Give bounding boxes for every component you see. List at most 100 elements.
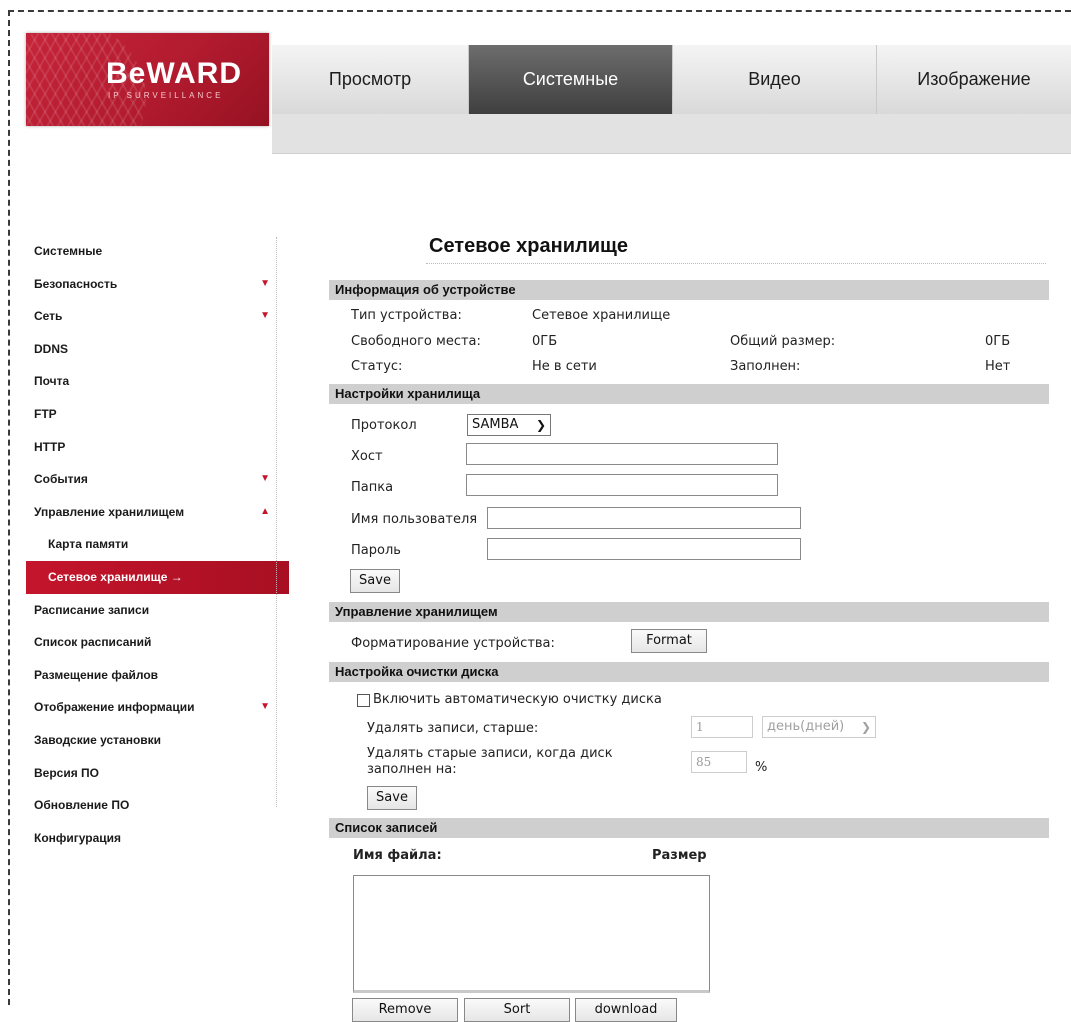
brand-tagline: IP SURVEILLANCE (108, 91, 224, 100)
sidebar-item-http[interactable]: HTTP (26, 431, 276, 464)
frame-top-border (8, 10, 1071, 12)
percent-sign: % (755, 760, 768, 775)
sidebar-item-label: События (34, 472, 88, 487)
storage-save-button[interactable]: Save (350, 569, 400, 593)
full-value: Нет (985, 359, 1011, 374)
sidebar-item-configuration[interactable]: Конфигурация (26, 822, 276, 855)
tab-system[interactable]: Системные (469, 45, 673, 114)
host-label: Хост (351, 449, 383, 464)
sidebar-item-label: Системные (34, 244, 103, 258)
sidebar-item-network-storage[interactable]: Сетевое хранилище → (26, 560, 289, 594)
sidebar-item-label: HTTP (34, 439, 66, 454)
expand-arrow-icon: ▼ (260, 473, 270, 485)
username-label: Имя пользователя (351, 512, 478, 527)
sidebar-item-record-schedule[interactable]: Расписание записи (26, 594, 276, 627)
status-value: Не в сети (532, 359, 597, 374)
folder-label: Папка (351, 480, 394, 495)
sidebar-item-info-display[interactable]: Отображение информации ▼ (26, 691, 276, 724)
sidebar-item-label: Конфигурация (34, 830, 122, 845)
delete-when-input[interactable]: 85 (691, 751, 747, 773)
section-header-storage-settings: Настройки хранилища (329, 384, 1049, 404)
delete-older-input[interactable]: 1 (691, 716, 753, 738)
sidebar-item-ftp[interactable]: FTP (26, 398, 276, 431)
sidebar-item-mail[interactable]: Почта (26, 365, 276, 398)
sidebar-item-firmware-update[interactable]: Обновление ПО (26, 789, 276, 822)
sidebar-item-memory-card[interactable]: Карта памяти (26, 528, 276, 561)
protocol-selected-value: SAMBA (472, 417, 519, 432)
sidebar-item-label: Почта (34, 374, 70, 389)
sidebar-item-label: Версия ПО (34, 765, 100, 780)
section-header-storage-management: Управление хранилищем (329, 602, 1049, 622)
sidebar-item-label: FTP (34, 406, 57, 421)
total-size-value: 0ГБ (985, 334, 1011, 349)
chevron-down-icon: ❯ (535, 418, 546, 432)
status-label: Статус: (351, 359, 403, 374)
total-size-label: Общий размер: (730, 334, 836, 349)
sidebar-item-security[interactable]: Безопасность ▼ (26, 268, 276, 301)
format-device-label: Форматирование устройства: (351, 636, 555, 651)
password-input[interactable] (487, 538, 801, 560)
expand-arrow-icon: ▼ (260, 701, 270, 713)
format-button[interactable]: Format (631, 629, 707, 653)
delete-when-label-line1: Удалять старые записи, когда диск (367, 746, 613, 761)
folder-input[interactable] (466, 474, 778, 496)
sidebar-item-storage-management[interactable]: Управление хранилищем ▲ (26, 496, 276, 529)
sidebar-item-file-placement[interactable]: Размещение файлов (26, 659, 276, 692)
section-header-record-list: Список записей (329, 818, 1049, 838)
tab-video[interactable]: Видео (673, 45, 877, 114)
password-label: Пароль (351, 543, 401, 558)
expand-arrow-icon: ▼ (260, 277, 270, 289)
sidebar-item-label: Список расписаний (34, 635, 152, 650)
sidebar-item-label: Обновление ПО (34, 798, 130, 813)
download-button[interactable]: download (575, 998, 677, 1022)
sort-button[interactable]: Sort (464, 998, 570, 1022)
size-column-header: Размер (652, 848, 707, 863)
host-input[interactable] (466, 443, 778, 465)
sub-navigation-bar (272, 114, 1071, 154)
protocol-label: Протокол (351, 418, 417, 433)
delete-older-unit-select[interactable]: день(дней) ❯ (762, 716, 876, 738)
cleanup-save-button[interactable]: Save (367, 786, 417, 810)
tab-view[interactable]: Просмотр (272, 45, 469, 114)
sidebar-item-label: Карта памяти (48, 537, 129, 552)
frame-left-border (8, 10, 10, 1005)
sidebar-item-factory-reset[interactable]: Заводские установки (26, 724, 276, 757)
sidebar-item-schedule-list[interactable]: Список расписаний (26, 626, 276, 659)
delete-older-unit-value: день(дней) (767, 719, 845, 734)
device-type-value: Сетевое хранилище (532, 308, 671, 323)
auto-cleanup-label: Включить автоматическую очистку диска (373, 692, 662, 707)
sidebar-item-network[interactable]: Сеть ▼ (26, 300, 276, 333)
username-input[interactable] (487, 507, 801, 529)
sidebar-item-label: Безопасность (34, 276, 118, 291)
sidebar-item-label: Сетевое хранилище → (48, 569, 183, 584)
sidebar-item-firmware-version[interactable]: Версия ПО (26, 757, 276, 790)
section-header-disk-cleanup: Настройка очистки диска (329, 662, 1049, 682)
sidebar-item-events[interactable]: События ▼ (26, 463, 276, 496)
brand-logo[interactable]: BeWARD IP SURVEILLANCE (26, 33, 269, 126)
protocol-select[interactable]: SAMBA ❯ (467, 414, 551, 436)
brand-name: BeWARD (106, 57, 243, 90)
filename-column-header: Имя файла: (353, 848, 442, 863)
sidebar-item-system[interactable]: Системные (26, 235, 276, 268)
sidebar-item-label: Заводские установки (34, 732, 162, 747)
sidebar-divider (276, 237, 277, 807)
sidebar-menu: Системные Безопасность ▼ Сеть ▼ DDNS Почта… (26, 235, 289, 855)
sidebar-item-label: DDNS (34, 341, 69, 356)
delete-when-label-line2: заполнен на: (367, 762, 457, 777)
sidebar-item-label: Управление хранилищем (34, 504, 185, 519)
sidebar-item-label: Размещение файлов (34, 667, 159, 682)
title-underline (426, 263, 1046, 264)
full-label: Заполнен: (730, 359, 801, 374)
sidebar-item-label: Сеть (34, 309, 63, 324)
remove-button[interactable]: Remove (352, 998, 458, 1022)
device-type-label: Тип устройства: (351, 308, 462, 323)
page-title: Сетевое хранилище (429, 235, 628, 257)
section-header-device-info: Информация об устройстве (329, 280, 1049, 300)
record-list-box[interactable] (353, 875, 710, 993)
auto-cleanup-checkbox[interactable] (357, 694, 370, 707)
sidebar-item-label: Расписание записи (34, 602, 150, 617)
sidebar-item-label: Отображение информации (34, 700, 195, 715)
tab-image[interactable]: Изображение (877, 45, 1071, 114)
sidebar-item-ddns[interactable]: DDNS (26, 333, 276, 366)
expand-arrow-icon: ▼ (260, 310, 270, 322)
